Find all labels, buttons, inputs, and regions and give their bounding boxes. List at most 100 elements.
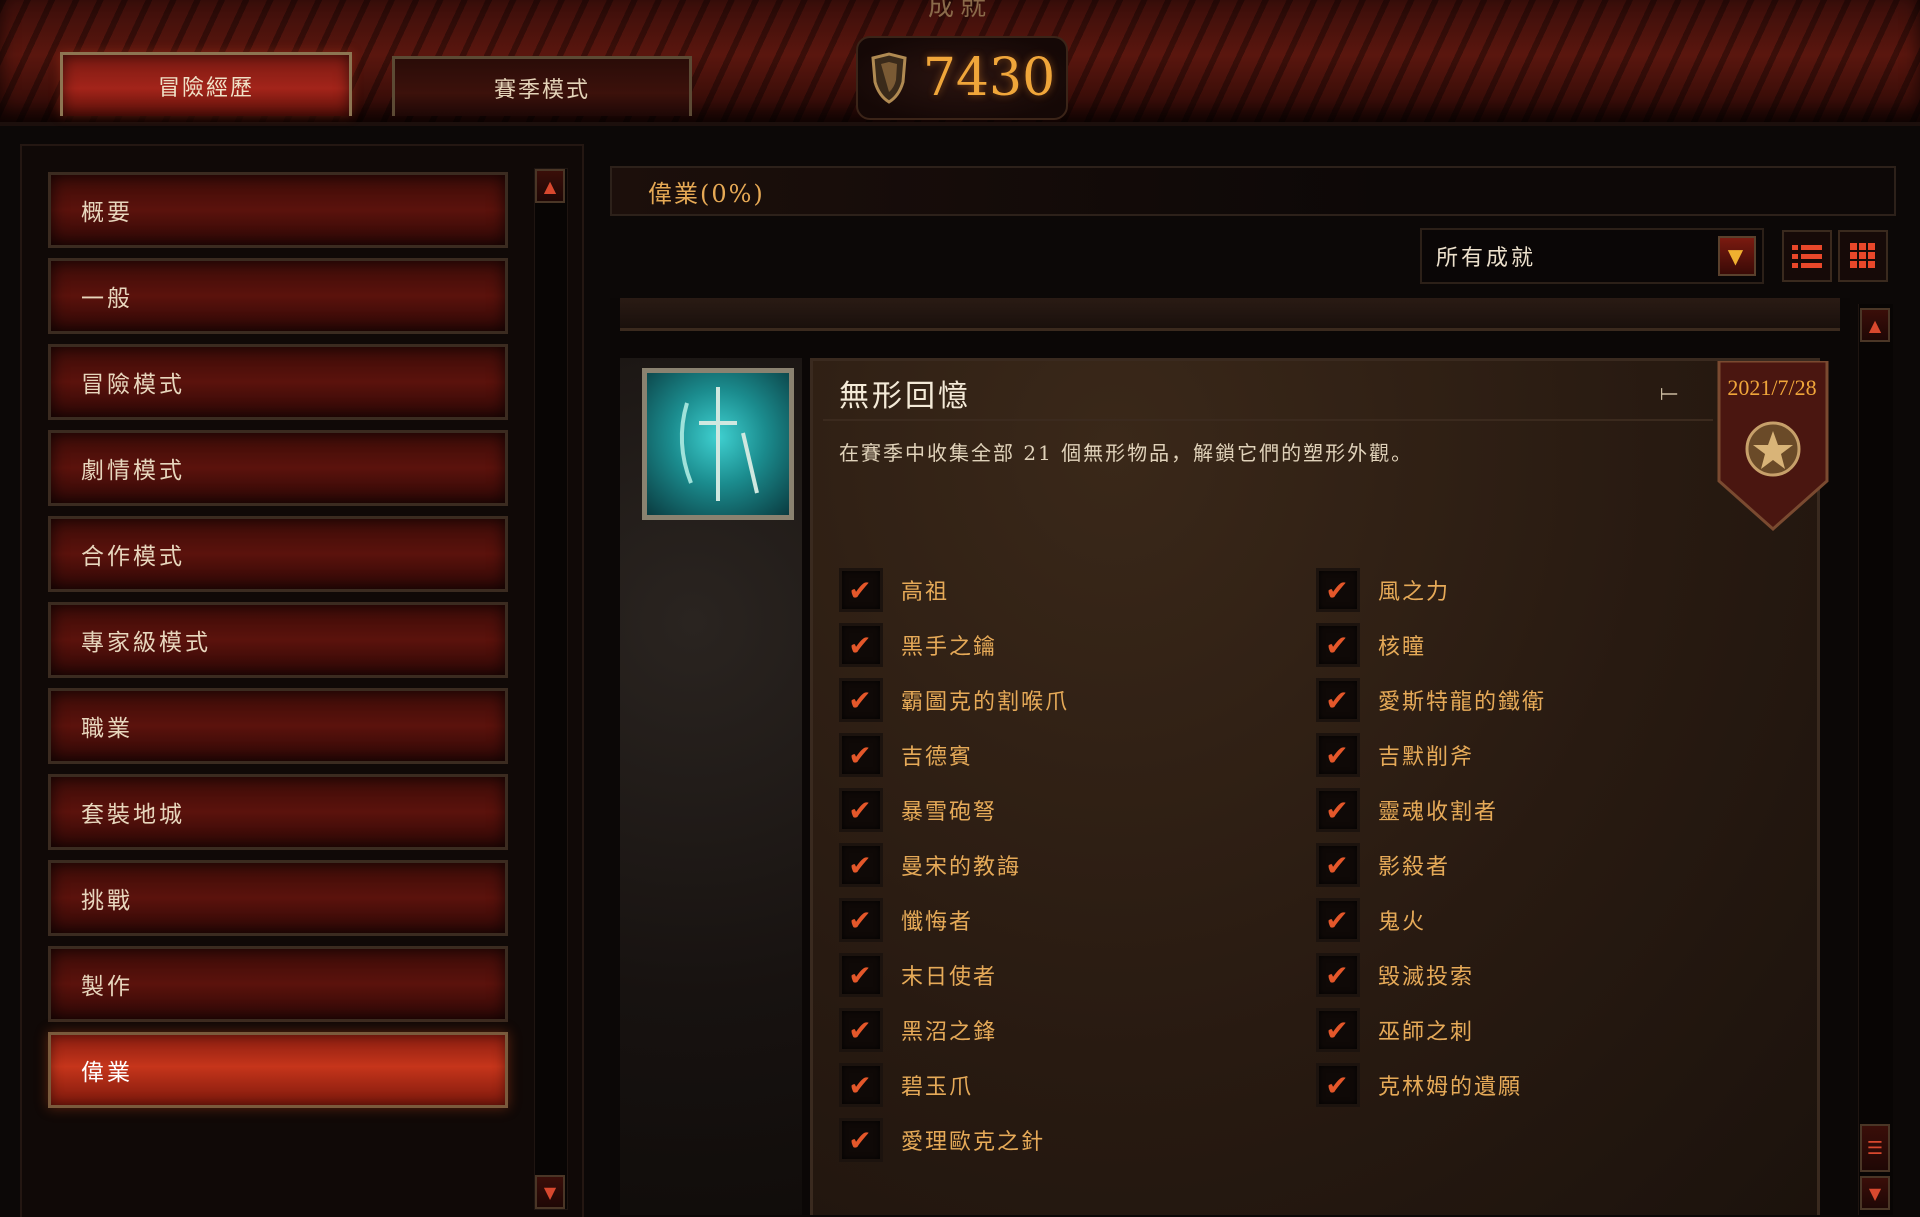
checkbox[interactable]: ✔ — [1316, 623, 1360, 667]
checkbox[interactable]: ✔ — [839, 623, 883, 667]
checkbox[interactable]: ✔ — [839, 733, 883, 777]
title-divider — [823, 419, 1713, 421]
criteria-label: 霸圖克的割喉爪 — [901, 690, 1070, 715]
checkbox[interactable]: ✔ — [1316, 678, 1360, 722]
criteria-label: 黑手之鑰 — [901, 635, 998, 660]
criteria-label: 吉默削斧 — [1378, 745, 1475, 770]
criteria-item: ✔ 碧玉爪 — [839, 1060, 973, 1110]
criteria-item: ✔ 愛理歐克之針 — [839, 1115, 1045, 1165]
criteria-label: 鬼火 — [1378, 910, 1427, 935]
score-value: 7430 — [922, 48, 1056, 108]
criteria-item: ✔ 愛斯特龍的鐵衛 — [1316, 675, 1546, 725]
criteria-label: 曼宋的教誨 — [901, 855, 1022, 880]
criteria-item: ✔ 核瞳 — [1316, 620, 1426, 670]
criteria-item: ✔ 高祖 — [839, 565, 949, 615]
criteria-label: 愛理歐克之針 — [901, 1130, 1046, 1155]
nav-item-coop[interactable]: 合作模式 — [48, 516, 508, 592]
checkbox[interactable]: ✔ — [839, 1118, 883, 1162]
nav-item-challenges[interactable]: 挑戰 — [48, 860, 508, 936]
list-view-button[interactable] — [1782, 230, 1832, 282]
criteria-label: 末日使者 — [901, 965, 998, 990]
criteria-label: 暴雪砲弩 — [901, 800, 998, 825]
nav-item-classes[interactable]: 職業 — [48, 688, 508, 764]
criteria-item: ✔ 靈魂收割者 — [1316, 785, 1498, 835]
list-view-icon — [1792, 245, 1822, 268]
criteria-label: 風之力 — [1378, 580, 1451, 605]
nav-item-crafting[interactable]: 製作 — [48, 946, 508, 1022]
checkbox[interactable]: ✔ — [1316, 953, 1360, 997]
list-scrollbar[interactable]: ▲ ☰ ▼ — [1858, 304, 1893, 1215]
criteria-item: ✔ 克林姆的遺願 — [1316, 1060, 1522, 1110]
checkbox[interactable]: ✔ — [1316, 788, 1360, 832]
criteria-label: 吉德賓 — [901, 745, 974, 770]
tab-adventure-history[interactable]: 冒險經歷 — [60, 52, 352, 116]
criteria-item: ✔ 風之力 — [1316, 565, 1450, 615]
nav-scroll-up-button[interactable]: ▲ — [535, 169, 565, 203]
top-banner: 成就 冒險經歷 賽季模式 7430 — [0, 0, 1920, 126]
achievement-icon — [642, 368, 794, 520]
nav-item-set-dungeons[interactable]: 套裝地城 — [48, 774, 508, 850]
nav-item-general[interactable]: 一般 — [48, 258, 508, 334]
criteria-item: ✔ 鬼火 — [1316, 895, 1426, 945]
criteria-item: ✔ 巫師之刺 — [1316, 1005, 1474, 1055]
criteria-item: ✔ 影殺者 — [1316, 840, 1450, 890]
criteria-label: 黑沼之鋒 — [901, 1020, 998, 1045]
criteria-item: ✔ 黑沼之鋒 — [839, 1005, 997, 1055]
checkbox[interactable]: ✔ — [839, 898, 883, 942]
criteria-label: 克林姆的遺願 — [1378, 1075, 1523, 1100]
achievement-list[interactable]: 無形回憶 ⟝ 2021/7/28 在賽季中收集全部 21 個無形物品，解鎖它們的… — [610, 298, 1850, 1215]
criteria-item: ✔ 毀滅投索 — [1316, 950, 1474, 1000]
checkbox[interactable]: ✔ — [1316, 568, 1360, 612]
chevron-down-icon[interactable]: ▼ — [1718, 236, 1756, 276]
criteria-item: ✔ 曼宋的教誨 — [839, 840, 1021, 890]
achievement-filter-dropdown[interactable]: 所有成就 ▼ — [1420, 228, 1764, 284]
checkbox[interactable]: ✔ — [839, 678, 883, 722]
checkbox[interactable]: ✔ — [1316, 1008, 1360, 1052]
achievement-card[interactable]: 無形回憶 ⟝ 2021/7/28 在賽季中收集全部 21 個無形物品，解鎖它們的… — [810, 358, 1829, 1215]
criteria-label: 愛斯特龍的鐵衛 — [1378, 690, 1547, 715]
grid-view-button[interactable] — [1838, 230, 1888, 282]
list-scroll-up-button[interactable]: ▲ — [1860, 308, 1890, 342]
criteria-label: 懺悔者 — [901, 910, 974, 935]
shield-icon — [871, 52, 907, 104]
window-title: 成就 — [927, 0, 992, 22]
criteria-label: 碧玉爪 — [901, 1075, 974, 1100]
criteria-label: 毀滅投索 — [1378, 965, 1475, 990]
achievement-date: 2021/7/28 — [1727, 375, 1817, 400]
nav-scrollbar[interactable]: ▲ ▼ — [534, 168, 568, 1210]
achievement-title: 無形回憶 — [839, 379, 971, 414]
pin-icon[interactable]: ⟝ — [1647, 373, 1691, 413]
checkbox[interactable]: ✔ — [839, 843, 883, 887]
nav-item-adventure[interactable]: 冒險模式 — [48, 344, 508, 420]
grid-view-icon — [1850, 243, 1875, 268]
nav-scroll-down-button[interactable]: ▼ — [535, 1175, 565, 1209]
criteria-item: ✔ 吉默削斧 — [1316, 730, 1474, 780]
checkbox[interactable]: ✔ — [1316, 733, 1360, 777]
category-nav: 概要 一般 冒險模式 劇情模式 合作模式 專家級模式 職業 套裝地城 挑戰 製作… — [20, 144, 584, 1217]
nav-item-story[interactable]: 劇情模式 — [48, 430, 508, 506]
criteria-item: ✔ 黑手之鑰 — [839, 620, 997, 670]
checkbox[interactable]: ✔ — [839, 1008, 883, 1052]
achievement-description: 在賽季中收集全部 21 個無形物品，解鎖它們的塑形外觀。 — [839, 441, 1414, 465]
criteria-item: ✔ 懺悔者 — [839, 895, 973, 945]
checkbox[interactable]: ✔ — [839, 568, 883, 612]
criteria-label: 巫師之刺 — [1378, 1020, 1475, 1045]
checkbox[interactable]: ✔ — [839, 788, 883, 832]
criteria-item: ✔ 末日使者 — [839, 950, 997, 1000]
achievement-score: 7430 — [856, 36, 1068, 120]
achievement-icon-column — [620, 358, 802, 1215]
list-scroll-down-button[interactable]: ▼ — [1860, 1176, 1890, 1210]
checkbox[interactable]: ✔ — [1316, 843, 1360, 887]
checkbox[interactable]: ✔ — [1316, 898, 1360, 942]
nav-item-feats[interactable]: 偉業 — [48, 1032, 508, 1108]
scroll-thumb[interactable]: ☰ — [1860, 1124, 1890, 1172]
checkbox[interactable]: ✔ — [839, 1063, 883, 1107]
nav-item-expert[interactable]: 專家級模式 — [48, 602, 508, 678]
nav-item-overview[interactable]: 概要 — [48, 172, 508, 248]
checkbox[interactable]: ✔ — [1316, 1063, 1360, 1107]
criteria-item: ✔ 霸圖克的割喉爪 — [839, 675, 1069, 725]
tab-season-mode[interactable]: 賽季模式 — [392, 56, 692, 116]
checkbox[interactable]: ✔ — [839, 953, 883, 997]
criteria-label: 核瞳 — [1378, 635, 1427, 660]
criteria-item: ✔ 暴雪砲弩 — [839, 785, 997, 835]
